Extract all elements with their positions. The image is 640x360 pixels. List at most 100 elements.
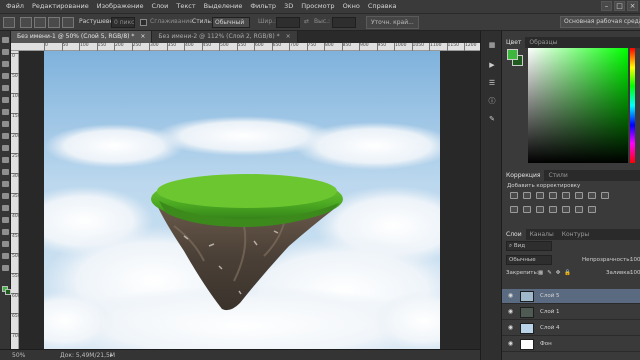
layer-filter-select[interactable]: ⌕ Вид	[506, 241, 552, 251]
adjustment-icon[interactable]	[588, 192, 596, 199]
path-select-icon[interactable]	[2, 229, 9, 235]
gradient-icon[interactable]	[2, 169, 9, 175]
pen-icon[interactable]	[2, 205, 9, 211]
history-brush-icon[interactable]	[2, 145, 9, 151]
style-select[interactable]: Обычный	[212, 17, 250, 28]
menu-type[interactable]: Текст	[172, 0, 199, 13]
stamp-icon[interactable]	[2, 133, 9, 139]
ruler-label: 900	[360, 43, 369, 48]
shape-icon[interactable]	[2, 241, 9, 247]
foreground-color-swatch[interactable]	[507, 49, 518, 60]
menu-window[interactable]: Окно	[339, 0, 364, 13]
hue-slider[interactable]	[630, 48, 635, 163]
healing-icon[interactable]	[2, 109, 9, 115]
tab-channels[interactable]: Каналы	[526, 229, 558, 240]
tab-close-icon[interactable]: ×	[286, 31, 291, 43]
tab-swatches[interactable]: Образцы	[525, 37, 561, 48]
width-input[interactable]	[276, 17, 300, 28]
layer-row[interactable]: ◉ Слой 5	[502, 289, 640, 304]
eraser-icon[interactable]	[2, 157, 9, 163]
adjustment-icon[interactable]	[536, 192, 544, 199]
adjustment-icon[interactable]	[523, 192, 531, 199]
layer-row[interactable]: ◉ Слой 1	[502, 305, 640, 320]
minimize-button[interactable]: –	[601, 1, 612, 11]
color-picker-field[interactable]	[528, 48, 628, 163]
intersect-selection-icon[interactable]	[62, 17, 74, 28]
adjustment-icon[interactable]	[510, 192, 518, 199]
eye-icon[interactable]: ◉	[507, 341, 514, 347]
properties-icon[interactable]: ☰	[487, 79, 497, 87]
adjustment-icon[interactable]	[575, 206, 583, 213]
crop-icon[interactable]	[2, 85, 9, 91]
adjustment-icon[interactable]	[536, 206, 544, 213]
brush-icon[interactable]	[2, 121, 9, 127]
adjustment-icon[interactable]	[575, 192, 583, 199]
lock-icons[interactable]: ▦✎✥🔒	[538, 269, 575, 277]
eye-icon[interactable]: ◉	[507, 325, 514, 331]
menu-file[interactable]: Файл	[2, 0, 28, 13]
brush-presets-icon[interactable]: ✎	[487, 115, 497, 123]
info-icon[interactable]: ⓘ	[487, 97, 497, 105]
maximize-button[interactable]: □	[614, 1, 625, 11]
menu-filter[interactable]: Фильтр	[246, 0, 280, 13]
style-label: Стиль:	[192, 18, 213, 25]
menu-image[interactable]: Изображение	[93, 0, 148, 13]
adjustment-icon[interactable]	[562, 192, 570, 199]
tab-close-icon[interactable]: ×	[140, 31, 145, 43]
menu-view[interactable]: Просмотр	[297, 0, 338, 13]
adjustment-icon[interactable]	[562, 206, 570, 213]
menu-3d[interactable]: 3D	[280, 0, 297, 13]
quick-select-icon[interactable]	[2, 73, 9, 79]
adjustment-icon[interactable]	[510, 206, 518, 213]
layer-row[interactable]: ◉ Фон	[502, 337, 640, 352]
tab-adjustments[interactable]: Коррекция	[502, 170, 545, 181]
menu-help[interactable]: Справка	[364, 0, 401, 13]
status-menu-icon[interactable]: ▸	[110, 351, 113, 360]
adjustment-icon[interactable]	[523, 206, 531, 213]
color-panel-tabs: Цвет Образцы	[502, 37, 640, 48]
eye-icon[interactable]: ◉	[507, 309, 514, 315]
menu-select[interactable]: Выделение	[200, 0, 247, 13]
add-selection-icon[interactable]	[34, 17, 46, 28]
menu-layers[interactable]: Слои	[147, 0, 172, 13]
tab-document-1[interactable]: Без имени-1 @ 50% (Слой 5, RGB/8) * ×	[11, 31, 153, 43]
new-selection-icon[interactable]	[20, 17, 32, 28]
move-icon[interactable]	[2, 37, 9, 43]
hand-icon[interactable]	[2, 253, 9, 259]
eyedropper-icon[interactable]	[2, 97, 9, 103]
eye-icon[interactable]: ◉	[507, 293, 514, 299]
tab-layers[interactable]: Слои	[502, 229, 526, 240]
zoom-icon[interactable]	[2, 265, 9, 271]
layer-row[interactable]: ◉ Слой 4	[502, 321, 640, 336]
menu-edit[interactable]: Редактирование	[28, 0, 93, 13]
refine-edge-button[interactable]: Уточн. край...	[366, 16, 419, 29]
swap-icon[interactable]: ⇄	[304, 18, 309, 25]
workspace-dropdown[interactable]: Основная рабочая среда	[560, 16, 640, 28]
marquee-icon[interactable]	[2, 49, 9, 55]
antialias-checkbox[interactable]	[140, 19, 147, 26]
subtract-selection-icon[interactable]	[48, 17, 60, 28]
actions-icon[interactable]: ▶	[487, 61, 497, 69]
type-icon[interactable]	[2, 217, 9, 223]
tab-paths[interactable]: Контуры	[558, 229, 593, 240]
lasso-icon[interactable]	[2, 61, 9, 67]
zoom-level[interactable]: 50%	[12, 351, 25, 360]
feather-input[interactable]: 0 пикс.	[111, 17, 135, 28]
opacity-value[interactable]: 100%	[630, 256, 640, 264]
blend-mode-select[interactable]: Обычные	[506, 255, 552, 265]
tab-document-2[interactable]: Без имени-2 @ 112% (Слой 2, RGB/8) * ×	[152, 31, 298, 43]
history-icon[interactable]: ▦	[487, 41, 497, 49]
adjustment-icon[interactable]	[601, 192, 609, 199]
tab-styles[interactable]: Стили	[544, 170, 571, 181]
blur-icon[interactable]	[2, 181, 9, 187]
close-button[interactable]: ×	[627, 1, 638, 11]
height-input[interactable]	[332, 17, 356, 28]
tab-color[interactable]: Цвет	[502, 37, 526, 48]
adjustment-icon[interactable]	[588, 206, 596, 213]
adjustment-icon[interactable]	[549, 206, 557, 213]
document-canvas[interactable]	[44, 51, 440, 349]
adjustment-icon[interactable]	[549, 192, 557, 199]
fill-value[interactable]: 100%	[630, 269, 640, 277]
dodge-icon[interactable]	[2, 193, 9, 199]
tool-preset-icon[interactable]	[3, 17, 15, 28]
